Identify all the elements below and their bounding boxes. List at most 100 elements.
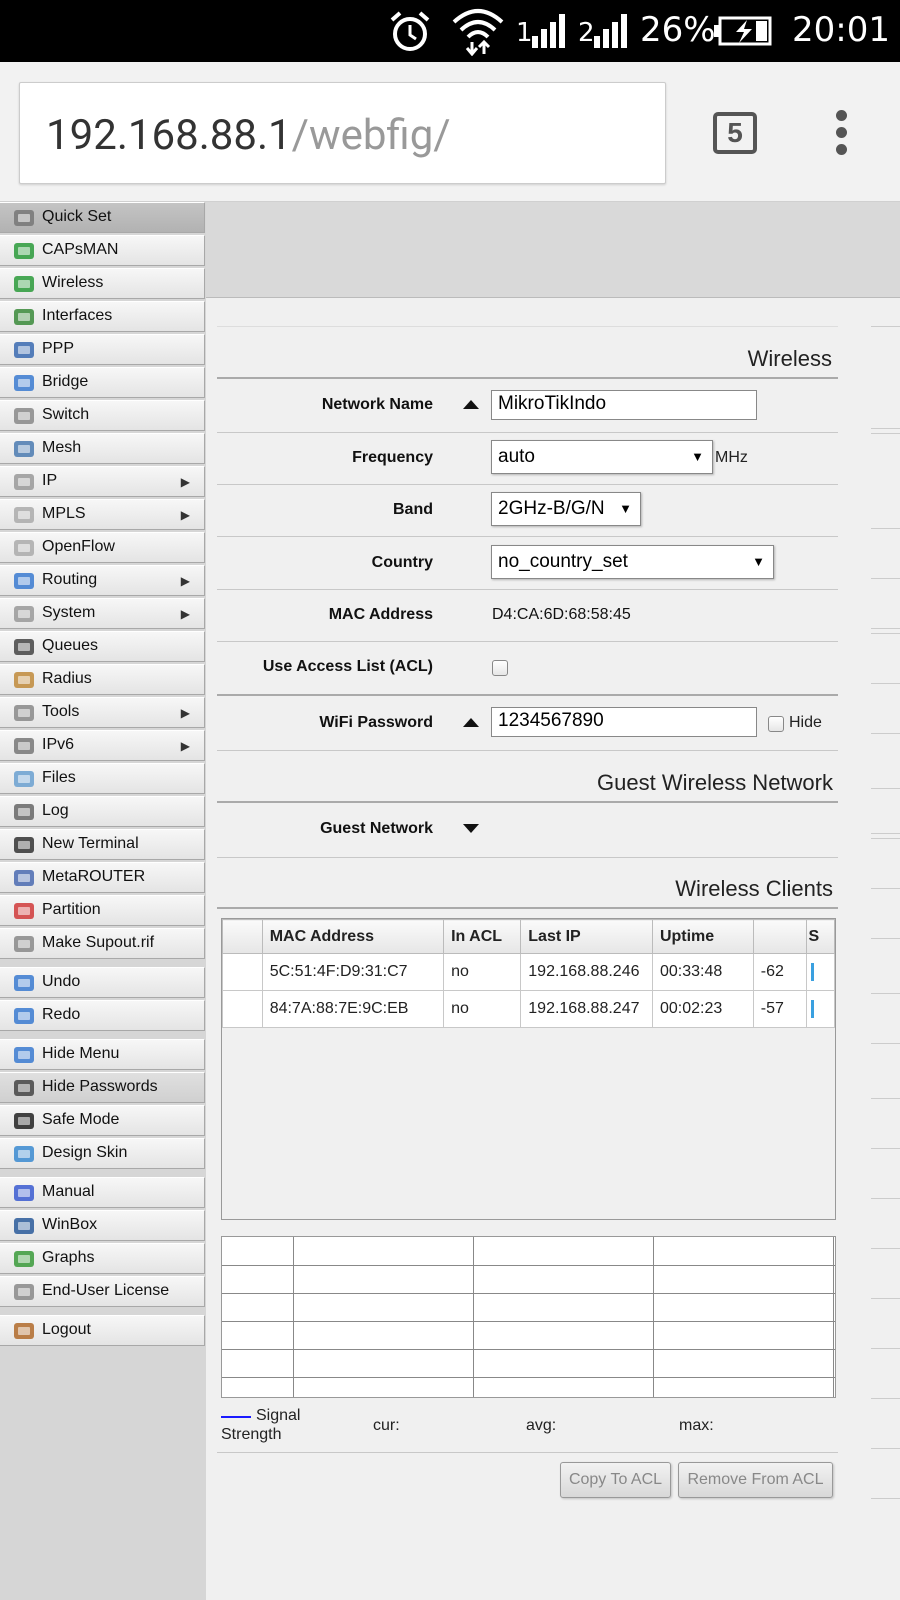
sim1-label: 1 (516, 18, 533, 48)
copy-to-acl-button[interactable]: Copy To ACL (560, 1462, 671, 1498)
cell-in-acl: no (443, 953, 522, 991)
collapse-triangle-icon[interactable] (463, 400, 479, 409)
sidebar-item-queues[interactable]: Queues (0, 631, 205, 662)
battery-charging-icon (714, 16, 772, 46)
remove-from-acl-button[interactable]: Remove From ACL (678, 1462, 833, 1498)
tab-switcher-button[interactable]: 5 (713, 112, 757, 154)
log-icon (12, 801, 36, 823)
sidebar-item-capsman[interactable]: CAPsMAN (0, 235, 205, 266)
right-edge-strip (871, 298, 900, 1600)
sidebar-item-graphs[interactable]: Graphs (0, 1243, 205, 1274)
divider (217, 694, 838, 696)
sidebar-item-label: Undo (42, 973, 81, 990)
ipv6-icon (12, 735, 36, 757)
sidebar-item-label: Hide Menu (42, 1045, 120, 1062)
clients-table-container[interactable]: MAC Address In ACL Last IP Uptime S 5C:5… (221, 918, 836, 1220)
sidebar-item-bridge[interactable]: Bridge (0, 367, 205, 398)
table-row[interactable]: 84:7A:88:7E:9C:EB no 192.168.88.247 00:0… (222, 990, 835, 1028)
column-header-signal[interactable] (752, 919, 807, 954)
sidebar-item-label: Tools (42, 703, 80, 720)
sidebar-item-ipv6[interactable]: IPv6 ▶ (0, 730, 205, 761)
alarm-icon (390, 11, 430, 51)
sidebar-item-undo[interactable]: Undo (0, 967, 205, 998)
wifi-password-input[interactable]: 1234567890 (491, 707, 757, 737)
sidebar-item-wireless[interactable]: Wireless (0, 268, 205, 299)
sidebar-item-winbox[interactable]: WinBox (0, 1210, 205, 1241)
frequency-select[interactable]: auto ▼ (491, 440, 713, 474)
divider (217, 536, 838, 537)
sidebar-item-hide-menu[interactable]: Hide Menu (0, 1039, 205, 1070)
sidebar-item-label: Quick Set (42, 208, 112, 225)
hide-password-checkbox[interactable] (768, 716, 784, 732)
sidebar-item-ppp[interactable]: PPP (0, 334, 205, 365)
column-header[interactable] (222, 919, 263, 954)
sidebar-item-files[interactable]: Files (0, 763, 205, 794)
sidebar-item-make-supout-rif[interactable]: Make Supout.rif (0, 928, 205, 959)
users-icon (12, 669, 36, 691)
collapse-triangle-icon[interactable] (463, 718, 479, 727)
submenu-arrow-icon: ▶ (180, 508, 190, 522)
sidebar-item-redo[interactable]: Redo (0, 1000, 205, 1031)
column-header-in-acl[interactable]: In ACL (443, 919, 522, 954)
password-dots-icon (12, 1077, 36, 1099)
submenu-arrow-icon: ▶ (180, 706, 190, 720)
nic-icon (12, 306, 36, 328)
wifi-password-label: WiFi Password (319, 714, 433, 731)
sidebar-item-quick-set[interactable]: Quick Set (0, 202, 205, 233)
column-header-last-ip[interactable]: Last IP (520, 919, 653, 954)
sidebar-item-hide-passwords[interactable]: Hide Passwords (0, 1072, 205, 1103)
row-selector[interactable] (222, 990, 263, 1028)
overflow-menu-icon[interactable] (836, 110, 848, 161)
table-row[interactable]: 5C:51:4F:D9:31:C7 no 192.168.88.246 00:3… (222, 953, 835, 991)
sidebar-item-safe-mode[interactable]: Safe Mode (0, 1105, 205, 1136)
sidebar-item-log[interactable]: Log (0, 796, 205, 827)
sidebar-item-ip[interactable]: IP ▶ (0, 466, 205, 497)
antenna-icon (12, 273, 36, 295)
sidebar-item-end-user-license[interactable]: End-User License (0, 1276, 205, 1307)
sidebar-item-new-terminal[interactable]: New Terminal (0, 829, 205, 860)
acl-checkbox[interactable] (492, 660, 508, 676)
sidebar-item-interfaces[interactable]: Interfaces (0, 301, 205, 332)
sidebar-item-label: Bridge (42, 373, 89, 390)
sidebar-menu: Quick Set CAPsMAN Wireless Interfaces PPP Bri… (0, 202, 206, 1600)
network-name-input[interactable]: MikroTikIndo (491, 390, 757, 420)
divider (217, 641, 838, 642)
sidebar-item-openflow[interactable]: OpenFlow (0, 532, 205, 563)
country-select[interactable]: no_country_set ▼ (491, 545, 774, 579)
cell-mac: 84:7A:88:7E:9C:EB (261, 990, 445, 1028)
sidebar-item-mpls[interactable]: MPLS ▶ (0, 499, 205, 530)
sidebar-item-routing[interactable]: Routing ▶ (0, 565, 205, 596)
sidebar-item-label: Files (42, 769, 76, 786)
sidebar-item-tools[interactable]: Tools ▶ (0, 697, 205, 728)
divider (217, 484, 838, 485)
sidebar-item-label: Make Supout.rif (42, 934, 155, 951)
band-select[interactable]: 2GHz-B/G/N ▼ (491, 492, 641, 526)
row-selector[interactable] (222, 953, 263, 991)
column-header-uptime[interactable]: Uptime (651, 919, 754, 954)
sidebar-item-design-skin[interactable]: Design Skin (0, 1138, 205, 1169)
sidebar-item-partition[interactable]: Partition (0, 895, 205, 926)
sidebar-item-radius[interactable]: Radius (0, 664, 205, 695)
column-header-s[interactable]: S (805, 919, 835, 954)
folder-icon (12, 768, 36, 790)
sidebar-item-label: CAPsMAN (42, 241, 119, 258)
clock: 20:01 (792, 10, 890, 50)
sidebar-item-mesh[interactable]: Mesh (0, 433, 205, 464)
sidebar-item-metarouter[interactable]: MetaROUTER (0, 862, 205, 893)
expand-triangle-icon[interactable] (463, 824, 479, 833)
url-bar[interactable]: 192.168.88.1/webfig/ (19, 82, 666, 184)
gear-icon (12, 603, 36, 625)
umbrella-icon (12, 1110, 36, 1132)
sidebar-item-label: Partition (42, 901, 101, 918)
ppp-icon (12, 339, 36, 361)
band-value: 2GHz-B/G/N (498, 498, 605, 519)
signal-icon (532, 14, 565, 48)
column-header-mac[interactable]: MAC Address (261, 919, 445, 954)
sidebar-item-switch[interactable]: Switch (0, 400, 205, 431)
sidebar-item-logout[interactable]: Logout (0, 1315, 205, 1346)
sidebar-item-system[interactable]: System ▶ (0, 598, 205, 629)
sidebar-item-label: Mesh (42, 439, 82, 456)
sidebar-item-manual[interactable]: Manual (0, 1177, 205, 1208)
bridge-icon (12, 372, 36, 394)
sidebar-item-label: Interfaces (42, 307, 113, 324)
